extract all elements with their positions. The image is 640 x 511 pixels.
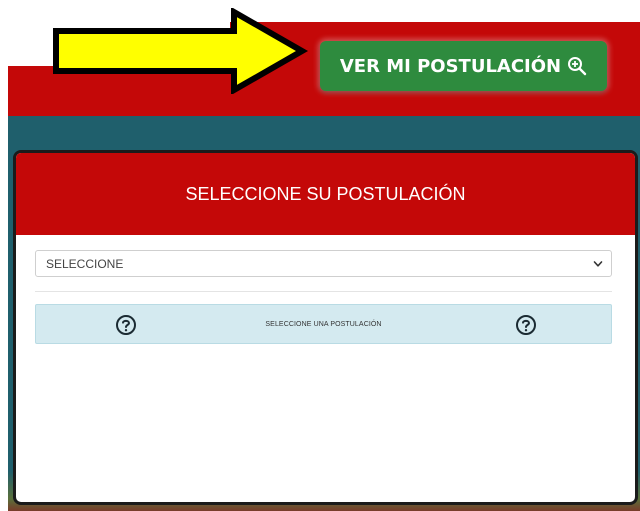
view-application-button[interactable]: VER MI POSTULACIÓN [320, 41, 607, 91]
application-select-value: SELECCIONE [46, 256, 124, 271]
question-circle-icon[interactable] [515, 314, 537, 336]
view-application-label: VER MI POSTULACIÓN [339, 55, 562, 77]
application-modal: SELECCIONE SU POSTULACIÓN SELECCIONE SEL… [13, 150, 638, 505]
divider [35, 291, 612, 292]
modal-title: SELECCIONE SU POSTULACIÓN [185, 183, 466, 204]
info-alert: SELECCIONE UNA POSTULACIÓN [35, 304, 612, 344]
zoom-in-icon [568, 57, 587, 76]
arrow-icon [53, 8, 309, 94]
application-select[interactable]: SELECCIONE [35, 250, 612, 277]
modal-header: SELECCIONE SU POSTULACIÓN [16, 153, 635, 235]
chevron-down-icon [593, 260, 603, 267]
info-message: SELECCIONE UNA POSTULACIÓN [265, 320, 382, 328]
